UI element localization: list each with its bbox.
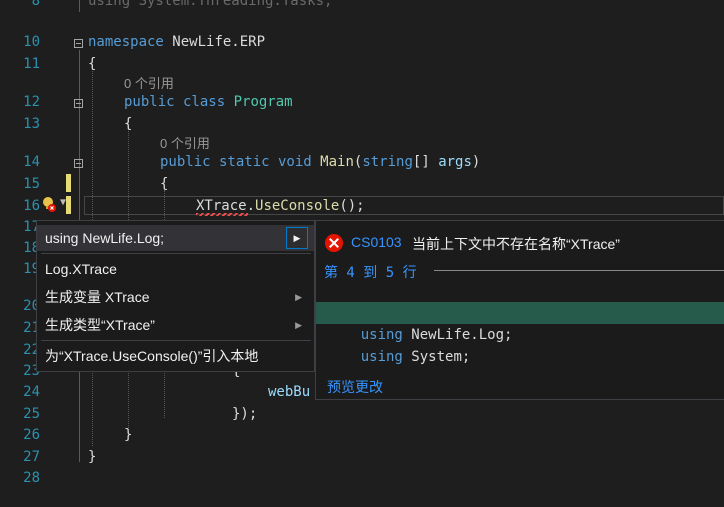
line-number: 24 — [23, 384, 40, 400]
menu-separator — [41, 340, 311, 341]
line-number: 14 — [23, 154, 40, 170]
chevron-right-icon: ▶ — [295, 292, 302, 302]
code-line: } — [88, 449, 97, 465]
code-line: { — [124, 116, 133, 132]
class-name: Program — [233, 94, 293, 110]
menu-item-label: 生成变量 XTrace — [45, 289, 150, 305]
quick-actions-menu: using NewLife.Log; ▶ Log.XTrace 生成变量 XTr… — [36, 220, 315, 372]
menu-item-log-xtrace[interactable]: Log.XTrace — [37, 256, 314, 282]
error-message: 当前上下文中不存在名称“XTrace” — [412, 236, 620, 252]
menu-item-using-newlife-log[interactable]: using NewLife.Log; ▶ — [37, 225, 314, 251]
chevron-down-icon[interactable]: ▼ — [60, 197, 66, 208]
line-number: 12 — [23, 94, 40, 110]
method-name: Main — [320, 154, 354, 170]
menu-item-label: Log.XTrace — [45, 261, 117, 277]
line-number: 28 — [23, 470, 40, 486]
preview-added-line: using NewLife.Log; — [316, 302, 724, 343]
collapse-icon[interactable] — [74, 99, 83, 108]
error-squiggle — [196, 213, 248, 216]
line-number: 27 — [23, 449, 40, 465]
menu-item-label: 为“XTrace.UseConsole()”引入本地 — [45, 348, 259, 364]
line-number: 26 — [23, 427, 40, 443]
code-line: }); — [232, 406, 258, 422]
line-number: 16 — [23, 198, 40, 214]
codelens-references[interactable]: 0 个引用 — [160, 136, 210, 152]
menu-item-label: using NewLife.Log; — [45, 230, 165, 246]
namespace-name: NewLife.ERP — [172, 34, 266, 50]
keyword: namespace — [88, 34, 164, 50]
menu-item-introduce-local[interactable]: 为“XTrace.UseConsole()”引入本地 — [37, 343, 314, 369]
keyword: string — [362, 154, 413, 170]
code-line: { — [160, 176, 169, 192]
code-line: } — [124, 427, 133, 443]
preview-changes-link[interactable]: 预览更改 — [327, 377, 383, 397]
line-number: 17 — [23, 219, 40, 235]
punctuation: (); — [339, 198, 365, 214]
code-line: public class Program — [124, 94, 293, 110]
keyword: using — [360, 349, 403, 365]
preview-line-rest: System; — [402, 349, 471, 365]
preview-pane: CS0103 当前上下文中不存在名称“XTrace” 第 4 到 5 行 usi… — [315, 220, 724, 400]
preview-code-line: using Microsoft.Extensions.Logging; — [316, 280, 724, 321]
submenu-expand-button[interactable]: ▶ — [286, 227, 308, 249]
collapse-icon[interactable] — [74, 39, 83, 48]
identifier: webBu — [268, 384, 311, 400]
menu-item-generate-type[interactable]: 生成类型“XTrace” ▶ — [37, 312, 314, 338]
code-line: XTrace.UseConsole(); — [196, 198, 365, 214]
code-line: using System.Threading.Tasks; — [88, 0, 333, 9]
menu-item-label: 生成类型“XTrace” — [45, 317, 155, 333]
keyword: public static void — [160, 154, 312, 170]
line-number: 11 — [23, 56, 40, 72]
line-number: 15 — [23, 176, 40, 192]
chevron-right-icon: ▶ — [295, 320, 302, 330]
menu-item-generate-variable[interactable]: 生成变量 XTrace ▶ — [37, 284, 314, 310]
codelens-references[interactable]: 0 个引用 — [124, 76, 174, 92]
keyword: public class — [124, 94, 226, 110]
line-number: 20 — [23, 298, 40, 314]
preview-code-line: using System; — [316, 324, 724, 365]
line-number: 18 — [23, 240, 40, 256]
line-number: 8 — [31, 0, 40, 9]
punctuation: ) — [471, 154, 481, 170]
unresolved-identifier: XTrace — [196, 198, 247, 214]
collapse-icon[interactable] — [74, 159, 83, 168]
line-number: 21 — [23, 320, 40, 336]
current-line-highlight — [84, 196, 724, 215]
outline-bar — [79, 0, 80, 12]
code-line: { — [88, 56, 97, 72]
line-range-label: 第 4 到 5 行 — [324, 265, 417, 281]
divider — [434, 270, 724, 271]
parameter-name: args — [438, 154, 472, 170]
line-number: 10 — [23, 34, 40, 50]
menu-separator — [41, 253, 311, 254]
error-code-link[interactable]: CS0103 — [351, 234, 402, 250]
line-number: 23 — [23, 363, 40, 379]
punctuation: . — [246, 198, 256, 214]
code-line: namespace NewLife.ERP — [88, 34, 265, 50]
line-number: 13 — [23, 116, 40, 132]
lightbulb-error-icon[interactable] — [42, 196, 56, 212]
method-name: UseConsole — [255, 198, 340, 214]
punctuation: [] — [412, 154, 439, 170]
code-line: public static void Main(string[] args) — [160, 154, 480, 170]
line-number: 25 — [23, 406, 40, 422]
code-line: webBu — [268, 384, 310, 400]
line-number: 22 — [23, 342, 40, 358]
line-number: 19 — [23, 261, 40, 277]
change-marker — [66, 174, 71, 192]
change-marker — [66, 196, 71, 214]
error-icon — [325, 234, 343, 252]
